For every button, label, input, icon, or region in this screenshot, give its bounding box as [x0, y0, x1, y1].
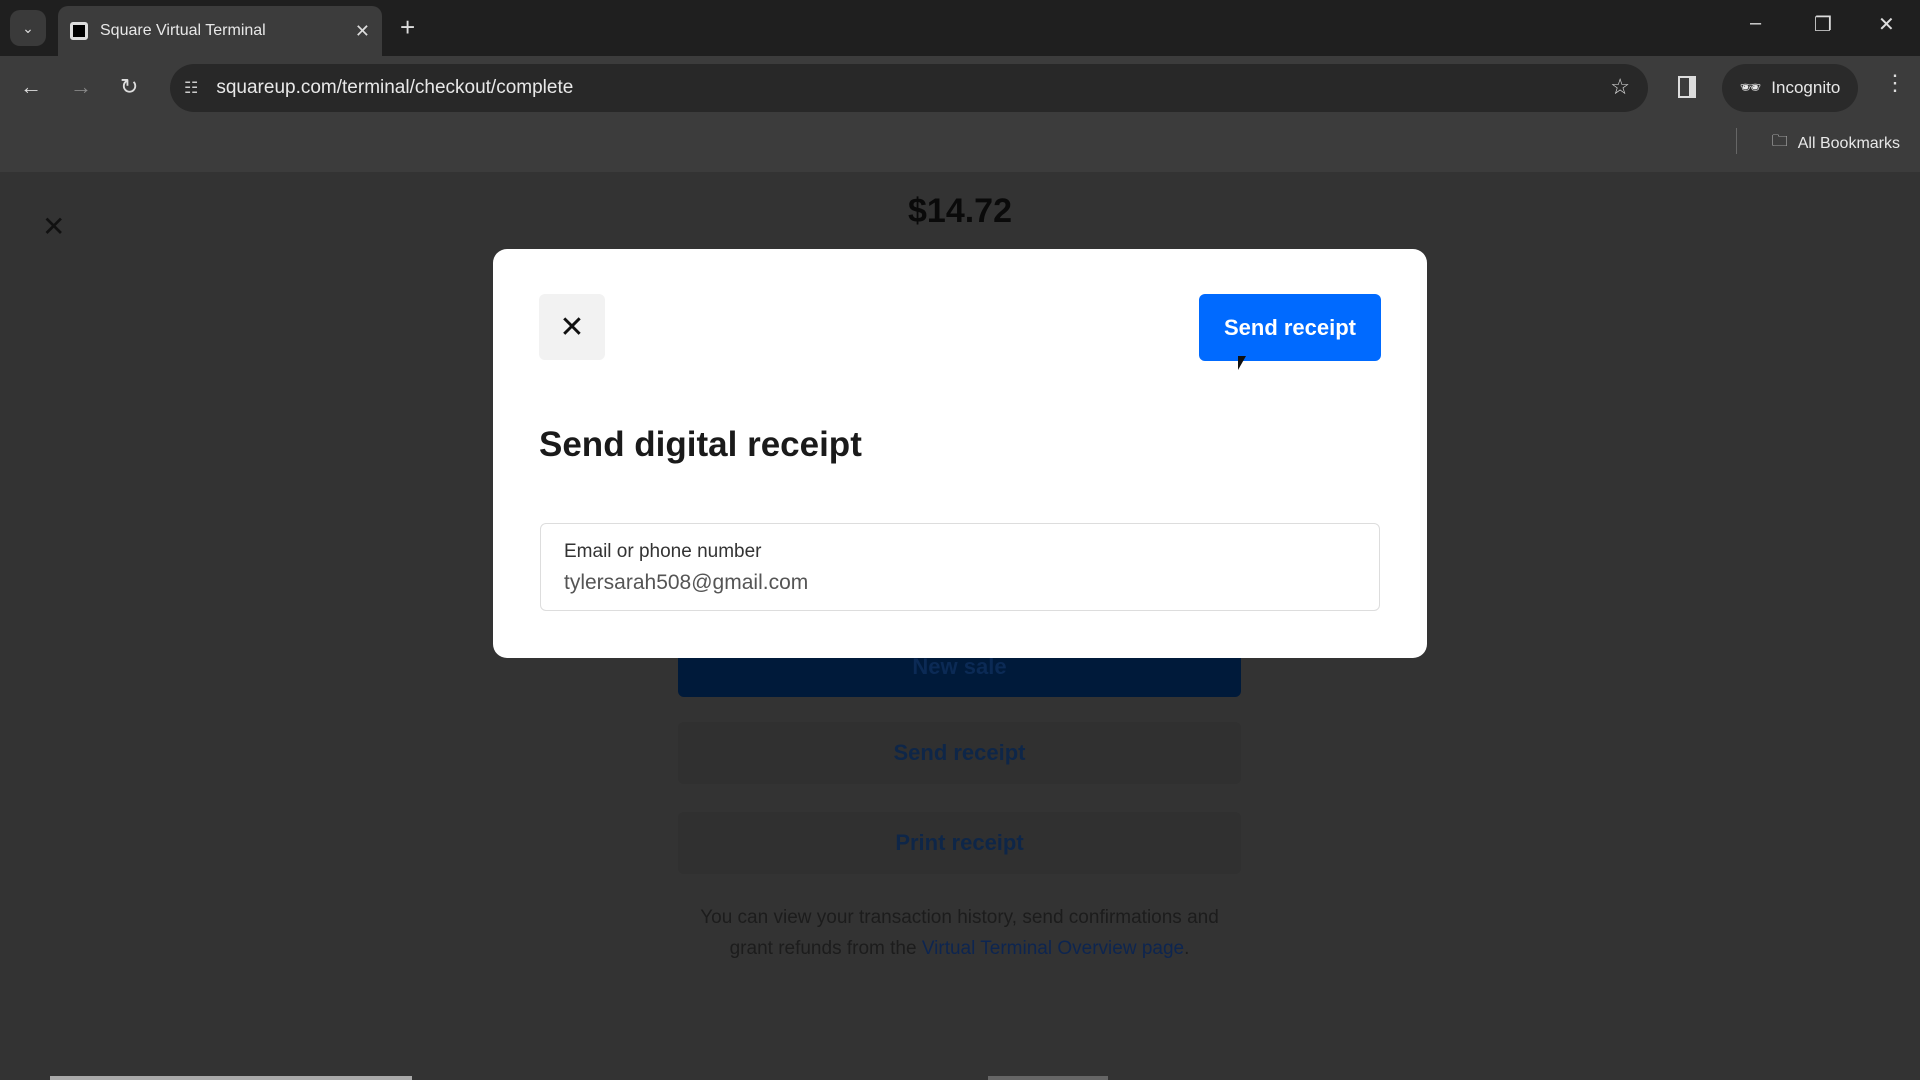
browser-toolbar: ← → ↻ ☷ squareup.com/terminal/checkout/c… [0, 56, 1920, 172]
address-bar[interactable]: ☷ squareup.com/terminal/checkout/complet… [170, 64, 1648, 112]
square-favicon-icon [70, 22, 88, 40]
modal-title: Send digital receipt [539, 425, 862, 464]
tab-title: Square Virtual Terminal [100, 22, 266, 39]
new-tab-plus-icon[interactable]: + [400, 12, 415, 43]
incognito-label: Incognito [1771, 78, 1841, 97]
window-close-icon[interactable]: ✕ [1878, 12, 1895, 37]
back-icon[interactable]: ← [20, 74, 42, 100]
side-panel-icon[interactable] [1678, 76, 1696, 98]
close-icon: ✕ [559, 310, 585, 344]
mouse-cursor-icon [1238, 356, 1246, 370]
email-input[interactable] [564, 571, 1356, 595]
footer-text: You can view your transaction history, s… [678, 902, 1241, 964]
minimize-icon[interactable]: – [1750, 12, 1761, 35]
email-or-phone-field[interactable]: Email or phone number [540, 523, 1380, 611]
modal-close-button[interactable]: ✕ [539, 294, 605, 360]
field-label: Email or phone number [564, 541, 762, 562]
url-text: squareup.com/terminal/checkout/complete [216, 77, 574, 98]
all-bookmarks[interactable]: 🗀 All Bookmarks [1772, 130, 1900, 157]
send-receipt-button[interactable]: Send receipt [678, 722, 1241, 784]
restore-icon[interactable]: ❐ [1814, 12, 1832, 37]
reload-icon[interactable]: ↻ [120, 74, 138, 100]
footer-end: . [1184, 938, 1190, 959]
browser-tab[interactable]: Square Virtual Terminal ✕ [58, 6, 382, 56]
overview-page-link[interactable]: Virtual Terminal Overview page [922, 938, 1184, 959]
send-receipt-submit-button[interactable]: Send receipt [1199, 294, 1381, 361]
incognito-icon: 🕶 [1739, 78, 1762, 97]
bookmark-star-icon[interactable]: ☆ [1610, 74, 1630, 100]
site-settings-icon[interactable]: ☷ [184, 78, 198, 98]
scrollbar[interactable] [50, 1076, 412, 1080]
new-sale-button[interactable]: New sale [678, 652, 1241, 697]
incognito-badge[interactable]: 🕶 Incognito [1722, 64, 1858, 112]
tab-close-icon[interactable]: ✕ [355, 21, 370, 42]
kebab-menu-icon[interactable]: ⋮ [1884, 70, 1906, 96]
scrollbar-thumb[interactable] [988, 1076, 1108, 1080]
tab-search-chevron-icon[interactable]: ⌄ [10, 10, 46, 46]
tab-strip: ⌄ Square Virtual Terminal ✕ + – ❐ ✕ [0, 0, 1920, 56]
send-receipt-modal: ✕ Send receipt Send digital receipt Emai… [493, 249, 1427, 658]
all-bookmarks-label: All Bookmarks [1797, 134, 1900, 152]
divider [1736, 128, 1737, 154]
total-amount: $14.72 [908, 192, 1012, 230]
forward-icon[interactable]: → [70, 74, 92, 100]
print-receipt-button[interactable]: Print receipt [678, 812, 1241, 874]
folder-icon: 🗀 [1771, 133, 1788, 150]
